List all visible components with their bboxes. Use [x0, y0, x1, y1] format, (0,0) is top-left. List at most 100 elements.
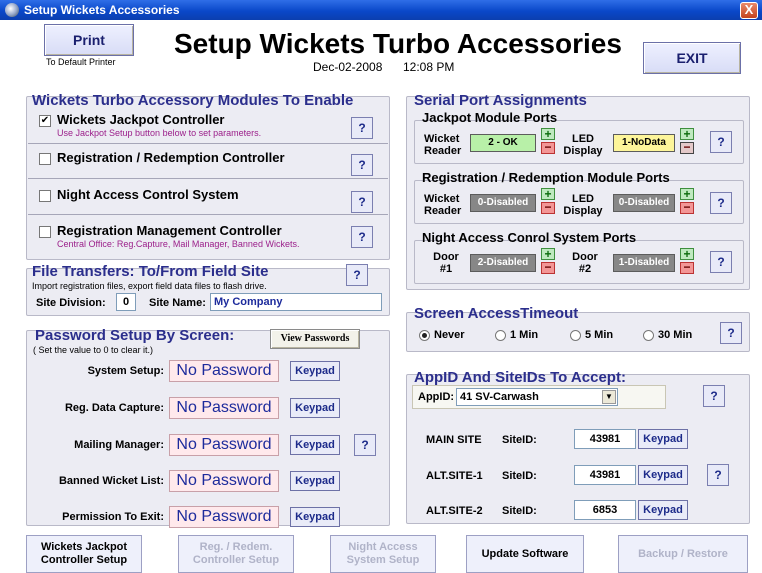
appid-help-button[interactable]: ?	[703, 385, 725, 407]
keypad-button[interactable]: Keypad	[290, 435, 340, 455]
time-text: 12:08 PM	[403, 60, 455, 74]
timeout-option-label: Never	[434, 329, 465, 341]
view-passwords-button[interactable]: View Passwords	[270, 329, 360, 349]
sites-help-button[interactable]: ?	[707, 464, 729, 486]
close-button[interactable]: X	[740, 2, 758, 19]
reg-redem-setup-button[interactable]: Reg. / Redem. Controller Setup	[178, 535, 294, 573]
keypad-button[interactable]: Keypad	[290, 507, 340, 527]
site-name-label: ALT.SITE-1	[426, 470, 483, 482]
password-field-system-setup[interactable]: No Password	[169, 360, 279, 382]
reg-management-checkbox[interactable]	[39, 226, 51, 238]
window-titlebar: Setup Wickets Accessories	[0, 0, 762, 20]
appid-label: AppID:	[418, 391, 455, 403]
decrement-button[interactable]: −	[541, 141, 555, 154]
registration-help-button[interactable]: ?	[351, 154, 373, 176]
appid-select[interactable]: 41 SV-Carwash ▼	[456, 388, 618, 406]
keypad-button[interactable]: Keypad	[290, 361, 340, 381]
wicket-reader-label: Wicket Reader	[424, 133, 462, 157]
app-icon	[5, 3, 19, 17]
module-separator	[28, 178, 388, 179]
jackpot-ports-title: Jackpot Module Ports	[422, 110, 558, 125]
mailing-help-button[interactable]: ?	[354, 434, 376, 456]
appid-title: AppID And SiteIDs To Accept:	[414, 369, 626, 386]
increment-button[interactable]: +	[541, 248, 555, 260]
file-transfers-help-button[interactable]: ?	[346, 264, 368, 286]
increment-button[interactable]: +	[680, 248, 694, 260]
registration-ports-help-button[interactable]: ?	[710, 192, 732, 214]
exit-button[interactable]: EXIT	[643, 42, 741, 74]
decrement-button[interactable]: −	[680, 141, 694, 154]
registration-label: Registration / Redemption Controller	[57, 150, 285, 165]
reg-management-help-button[interactable]: ?	[351, 226, 373, 248]
password-field-mailing-manager[interactable]: No Password	[169, 434, 279, 456]
jackpot-setup-button[interactable]: Wickets Jackpot Controller Setup	[26, 535, 142, 573]
timeout-radio-never[interactable]	[419, 330, 430, 341]
led-display-label: LED Display	[563, 133, 603, 157]
timeout-radio-5min[interactable]	[570, 330, 581, 341]
night-access-setup-button[interactable]: Night Access System Setup	[330, 535, 436, 573]
date-text: Dec-02-2008	[313, 60, 383, 74]
chevron-down-icon[interactable]: ▼	[602, 390, 616, 404]
page-title: Setup Wickets Turbo Accessories	[174, 28, 622, 59]
jackpot-checkbox[interactable]: ✔	[39, 115, 51, 127]
backup-restore-button[interactable]: Backup / Restore	[618, 535, 748, 573]
jackpot-led-display-status: 1-NoData	[613, 134, 675, 152]
password-sublabel: ( Set the value to 0 to clear it.)	[33, 345, 154, 355]
jackpot-ports-help-button[interactable]: ?	[710, 131, 732, 153]
password-row-label: Permission To Exit:	[62, 511, 164, 523]
keypad-button[interactable]: Keypad	[638, 500, 688, 520]
keypad-button[interactable]: Keypad	[638, 429, 688, 449]
night-access-checkbox[interactable]	[39, 190, 51, 202]
keypad-button[interactable]: Keypad	[290, 471, 340, 491]
password-title: Password Setup By Screen:	[35, 327, 235, 344]
decrement-button[interactable]: −	[680, 261, 694, 274]
file-transfers-title: File Transfers: To/From Field Site	[32, 263, 269, 280]
print-button[interactable]: Print	[44, 24, 134, 56]
decrement-button[interactable]: −	[541, 201, 555, 214]
timeout-radio-30min[interactable]	[643, 330, 654, 341]
keypad-button[interactable]: Keypad	[290, 398, 340, 418]
night-door-1-status: 2-Disabled	[470, 254, 536, 272]
door-2-label: Door #2	[572, 251, 598, 275]
site-name-label: MAIN SITE	[426, 434, 482, 446]
night-access-help-button[interactable]: ?	[351, 191, 373, 213]
serial-ports-title: Serial Port Assignments	[414, 92, 587, 109]
increment-button[interactable]: +	[680, 188, 694, 200]
decrement-button[interactable]: −	[541, 261, 555, 274]
registration-wicket-reader-status: 0-Disabled	[470, 194, 536, 212]
password-row-label: System Setup:	[87, 365, 164, 377]
reg-management-label: Registration Management Controller	[57, 223, 282, 238]
siteid-label: SiteID:	[502, 505, 537, 517]
increment-button[interactable]: +	[541, 188, 555, 200]
night-ports-help-button[interactable]: ?	[710, 251, 732, 273]
update-software-button[interactable]: Update Software	[466, 535, 584, 573]
timeout-radio-1min[interactable]	[495, 330, 506, 341]
password-field-reg-data-capture[interactable]: No Password	[169, 397, 279, 419]
increment-button[interactable]: +	[541, 128, 555, 140]
decrement-button[interactable]: −	[680, 201, 694, 214]
siteid-field-main[interactable]: 43981	[574, 429, 636, 449]
reg-management-sublabel: Central Office: Reg.Capture, Mail Manage…	[57, 239, 300, 249]
jackpot-wicket-reader-status: 2 - OK	[470, 134, 536, 152]
increment-button[interactable]: +	[680, 128, 694, 140]
siteid-field-alt-1[interactable]: 43981	[574, 465, 636, 485]
night-ports-title: Night Access Conrol System Ports	[422, 230, 637, 245]
site-division-field[interactable]: 0	[116, 293, 136, 311]
site-name-field[interactable]: My Company	[210, 293, 382, 311]
window-title: Setup Wickets Accessories	[24, 3, 180, 17]
siteid-label: SiteID:	[502, 434, 537, 446]
siteid-field-alt-2[interactable]: 6853	[574, 500, 636, 520]
night-access-label: Night Access Control System	[57, 187, 239, 202]
keypad-button[interactable]: Keypad	[638, 465, 688, 485]
file-transfers-sublabel: Import registration files, export field …	[32, 281, 267, 291]
door-1-label: Door #1	[433, 251, 459, 275]
wicket-reader-label: Wicket Reader	[424, 193, 462, 217]
password-field-banned-wicket-list[interactable]: No Password	[169, 470, 279, 492]
registration-ports-title: Registration / Redemption Module Ports	[422, 170, 670, 185]
timeout-help-button[interactable]: ?	[720, 322, 742, 344]
timeout-option-label: 30 Min	[658, 329, 693, 341]
module-separator	[28, 214, 388, 215]
jackpot-help-button[interactable]: ?	[351, 117, 373, 139]
password-field-permission-to-exit[interactable]: No Password	[169, 506, 279, 528]
registration-checkbox[interactable]	[39, 153, 51, 165]
